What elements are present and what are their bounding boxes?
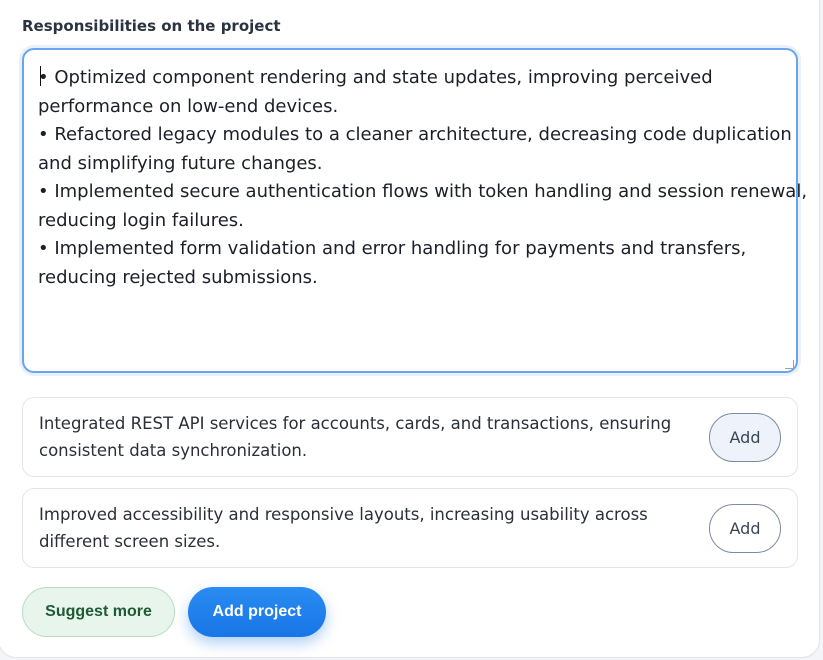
responsibilities-textarea[interactable]: • Optimized component rendering and stat… — [22, 48, 808, 373]
resize-handle-icon[interactable] — [785, 360, 794, 369]
suggestion-item: Integrated REST API services for account… — [22, 397, 798, 477]
textarea-line: • Implemented form validation and error … — [38, 238, 747, 259]
textarea-line: reducing rejected submissions. — [38, 266, 318, 288]
add-project-button[interactable]: Add project — [188, 587, 326, 637]
textarea-line: and simplifying future changes. — [38, 152, 323, 174]
text-caret — [40, 66, 41, 86]
textarea-line: reducing login failures. — [38, 209, 244, 231]
suggestion-text: Integrated REST API services for account… — [39, 414, 672, 460]
textarea-line: • Optimized component rendering and stat… — [38, 67, 713, 88]
add-suggestion-button[interactable]: Add — [709, 413, 781, 462]
textarea-line: • Refactored legacy modules to a cleaner… — [38, 124, 792, 145]
textarea-line: performance on low-end devices. — [38, 95, 339, 117]
suggestion-text: Improved accessibility and responsive la… — [39, 505, 648, 551]
responsibilities-label: Responsibilities on the project — [22, 17, 281, 35]
suggest-more-button[interactable]: Suggest more — [22, 587, 175, 637]
textarea-line: • Implemented secure authentication flow… — [38, 181, 808, 202]
add-suggestion-button[interactable]: Add — [709, 504, 781, 553]
suggestion-item: Improved accessibility and responsive la… — [22, 488, 798, 568]
